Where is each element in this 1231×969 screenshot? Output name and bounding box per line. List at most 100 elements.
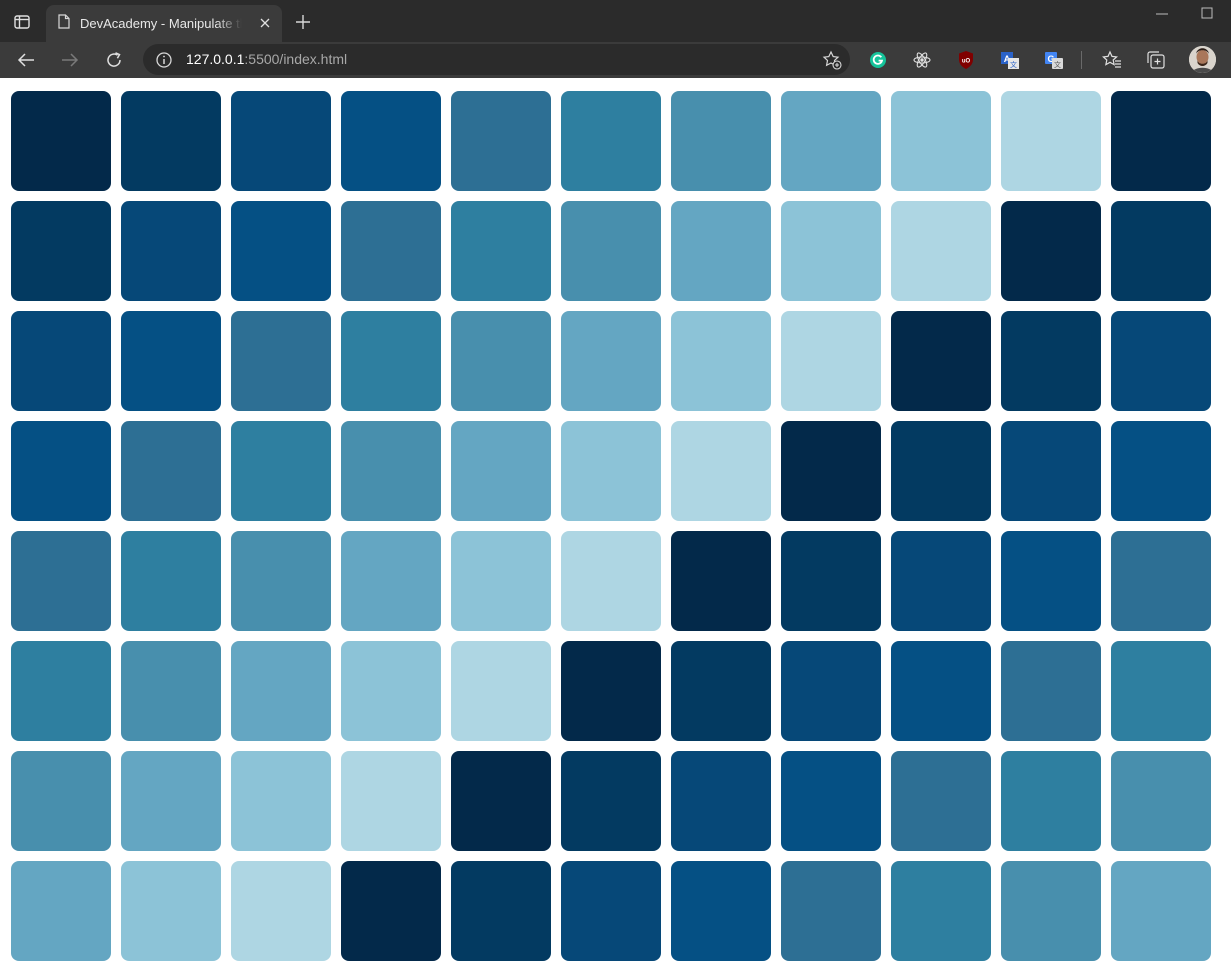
new-tab-icon[interactable] — [292, 11, 314, 33]
add-favorite-icon[interactable] — [822, 50, 842, 70]
color-square-grid — [11, 91, 1211, 961]
color-square — [341, 201, 441, 301]
svg-text:uO: uO — [962, 59, 971, 65]
color-square — [231, 641, 331, 741]
svg-text:文: 文 — [1054, 60, 1061, 69]
color-square — [231, 861, 331, 961]
color-square — [451, 531, 551, 631]
color-square — [231, 751, 331, 851]
color-square — [671, 861, 771, 961]
color-square — [561, 531, 661, 631]
color-square — [891, 751, 991, 851]
color-square — [671, 311, 771, 411]
color-square — [11, 641, 111, 741]
color-square — [1001, 531, 1101, 631]
color-square — [231, 311, 331, 411]
favorites-icon[interactable] — [1100, 48, 1124, 72]
color-square — [121, 531, 221, 631]
color-square — [121, 641, 221, 741]
color-square — [121, 201, 221, 301]
color-square — [561, 91, 661, 191]
google-translate-icon[interactable]: G文 — [1042, 48, 1066, 72]
color-square — [781, 421, 881, 521]
react-devtools-icon[interactable] — [910, 48, 934, 72]
color-square — [1111, 861, 1211, 961]
color-square — [11, 531, 111, 631]
url-host: 127.0.0.1 — [186, 51, 245, 67]
color-square — [781, 311, 881, 411]
color-square — [451, 861, 551, 961]
color-square — [561, 311, 661, 411]
color-square — [891, 91, 991, 191]
color-square — [1001, 421, 1101, 521]
page-content — [0, 78, 1231, 969]
color-square — [891, 641, 991, 741]
color-square — [121, 861, 221, 961]
color-square — [121, 421, 221, 521]
color-square — [891, 311, 991, 411]
color-square — [1111, 421, 1211, 521]
color-square — [11, 421, 111, 521]
collections-icon[interactable] — [1144, 48, 1168, 72]
color-square — [561, 751, 661, 851]
address-bar[interactable]: 127.0.0.1:5500/index.html — [143, 44, 850, 75]
svg-text:文: 文 — [1010, 60, 1017, 69]
color-square — [781, 201, 881, 301]
color-square — [891, 421, 991, 521]
color-square — [1001, 201, 1101, 301]
browser-title-bar: DevAcademy - Manipulate the DOM — [0, 0, 1231, 42]
color-square — [781, 861, 881, 961]
profile-avatar[interactable] — [1189, 46, 1216, 73]
ublock-origin-icon[interactable]: uO — [954, 48, 978, 72]
color-square — [451, 421, 551, 521]
color-square — [341, 311, 441, 411]
tab-actions-icon[interactable] — [10, 11, 34, 33]
color-square — [1001, 91, 1101, 191]
color-square — [561, 861, 661, 961]
color-square — [341, 91, 441, 191]
color-square — [11, 91, 111, 191]
back-arrow-icon[interactable] — [13, 47, 39, 73]
color-square — [11, 861, 111, 961]
tab-title: DevAcademy - Manipulate the DOM — [80, 16, 242, 31]
color-square — [891, 861, 991, 961]
color-square — [231, 201, 331, 301]
color-square — [231, 91, 331, 191]
color-square — [341, 751, 441, 851]
color-square — [1001, 751, 1101, 851]
maximize-window-icon[interactable] — [1198, 5, 1216, 21]
color-square — [671, 201, 771, 301]
minimize-window-icon[interactable] — [1152, 6, 1172, 22]
close-tab-icon[interactable] — [256, 14, 274, 32]
color-square — [1111, 201, 1211, 301]
color-square — [1111, 91, 1211, 191]
color-square — [781, 641, 881, 741]
color-square — [11, 201, 111, 301]
color-square — [671, 91, 771, 191]
color-square — [341, 861, 441, 961]
color-square — [1001, 641, 1101, 741]
refresh-icon[interactable] — [101, 47, 127, 73]
color-square — [121, 751, 221, 851]
translator-extension-icon[interactable]: A文 — [998, 48, 1022, 72]
color-square — [561, 421, 661, 521]
color-square — [781, 751, 881, 851]
color-square — [1111, 751, 1211, 851]
browser-tab[interactable]: DevAcademy - Manipulate the DOM — [46, 5, 282, 42]
color-square — [781, 531, 881, 631]
page-icon — [58, 13, 70, 34]
color-square — [341, 641, 441, 741]
color-square — [451, 91, 551, 191]
color-square — [671, 421, 771, 521]
color-square — [671, 751, 771, 851]
color-square — [121, 91, 221, 191]
toolbar-divider — [1081, 51, 1082, 69]
color-square — [561, 641, 661, 741]
forward-arrow-icon[interactable] — [57, 47, 83, 73]
color-square — [1111, 531, 1211, 631]
site-info-icon[interactable] — [155, 51, 173, 69]
color-square — [891, 201, 991, 301]
browser-toolbar: 127.0.0.1:5500/index.html uO A文 G文 — [0, 42, 1231, 78]
grammarly-extension-icon[interactable] — [866, 48, 890, 72]
url-text[interactable]: 127.0.0.1:5500/index.html — [186, 51, 347, 67]
